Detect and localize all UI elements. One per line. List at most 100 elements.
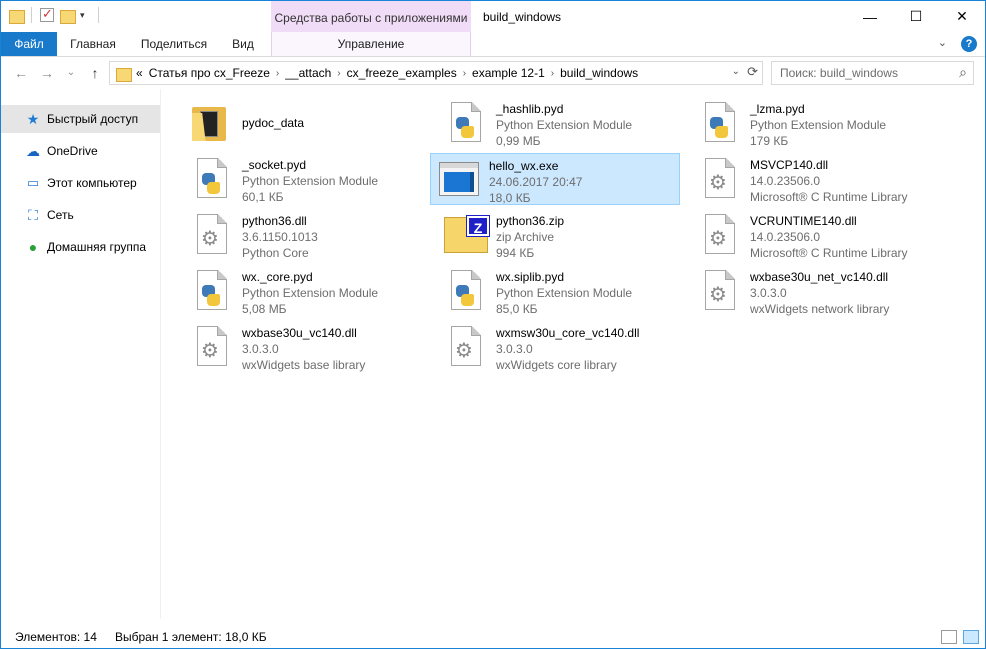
refresh-icon[interactable]: ⟳	[747, 64, 758, 80]
navigation-pane: ★ Быстрый доступ ☁ OneDrive ▭ Этот компь…	[1, 89, 161, 619]
file-description: Microsoft® C Runtime Library	[750, 246, 908, 260]
maximize-button[interactable]: ☐	[893, 1, 939, 32]
tab-file[interactable]: Файл	[1, 32, 57, 56]
search-input[interactable]: Поиск: build_windows ⌕	[771, 61, 974, 85]
file-name: python36.dll	[242, 214, 307, 228]
item-count: Элементов: 14	[15, 630, 97, 644]
star-icon: ★	[26, 110, 40, 127]
tab-home[interactable]: Главная	[61, 32, 125, 56]
file-version: 3.0.3.0	[242, 342, 279, 356]
python-file-icon	[696, 99, 744, 147]
ribbon-tabs: Файл Главная Поделиться Вид Управление ⌄…	[1, 32, 985, 57]
breadcrumb-item[interactable]: Статья про cx_Freeze	[149, 66, 270, 80]
file-tile[interactable]: _socket.pyd Python Extension Module 60,1 К…	[184, 153, 434, 205]
file-tile[interactable]: ⚙ wxmsw30u_core_vc140.dll 3.0.3.0 wxWidget…	[438, 321, 688, 373]
breadcrumb-item[interactable]: example 12-1	[472, 66, 545, 80]
chevron-right-icon[interactable]: ›	[463, 68, 466, 79]
tiles-view-icon[interactable]	[963, 630, 979, 644]
details-view-icon[interactable]	[941, 630, 957, 644]
tab-share[interactable]: Поделиться	[133, 32, 215, 56]
file-tile[interactable]: ⚙ MSVCP140.dll 14.0.23506.0 Microsoft® C R…	[692, 153, 942, 205]
file-tile[interactable]: ⚙ wxbase30u_net_vc140.dll 3.0.3.0 wxWidget…	[692, 265, 942, 317]
forward-button[interactable]: →	[37, 64, 57, 82]
breadcrumb-item[interactable]: __attach	[285, 66, 331, 80]
file-name: wx._core.pyd	[242, 270, 313, 284]
file-description: Microsoft® C Runtime Library	[750, 190, 908, 204]
chevron-right-icon[interactable]: ›	[276, 68, 279, 79]
status-bar: Элементов: 14 Выбран 1 элемент: 18,0 КБ	[1, 627, 985, 648]
file-description: Python Core	[242, 246, 309, 260]
breadcrumb-overflow[interactable]: «	[136, 66, 143, 80]
tab-view[interactable]: Вид	[223, 32, 263, 56]
quick-access-toolbar: ▾	[9, 6, 101, 24]
tab-manage[interactable]: Управление	[271, 32, 471, 56]
address-history-icon[interactable]: ⌄	[732, 66, 740, 77]
new-folder-icon[interactable]	[60, 8, 76, 24]
file-date: 24.06.2017 20:47	[489, 175, 583, 189]
folder-icon	[9, 8, 25, 24]
close-button[interactable]: ✕	[939, 1, 985, 32]
breadcrumb-item[interactable]: build_windows	[560, 66, 638, 80]
selection-info: Выбран 1 элемент: 18,0 КБ	[115, 630, 267, 644]
file-tile[interactable]: wx.siplib.pyd Python Extension Module 85,0…	[438, 265, 688, 317]
search-icon[interactable]: ⌕	[959, 64, 967, 81]
file-tile[interactable]: Z python36.zip zip Archive 994 КБ	[438, 209, 688, 261]
expand-ribbon-icon[interactable]: ⌄	[938, 36, 947, 52]
file-version: 3.0.3.0	[750, 286, 787, 300]
properties-icon[interactable]	[40, 6, 54, 22]
file-list: pydoc_data _hashlib.pyd Python Extension …	[162, 89, 969, 619]
minimize-button[interactable]: —	[847, 1, 893, 32]
recent-locations-button[interactable]: ⌄	[61, 64, 81, 82]
file-type: Python Extension Module	[750, 118, 887, 132]
file-version: 3.6.1150.1013	[242, 230, 318, 244]
file-size: 0,99 МБ	[496, 134, 541, 148]
python-file-icon	[442, 267, 490, 315]
ribbon-controls: ⌄ ?	[938, 36, 977, 52]
file-tile[interactable]: _hashlib.pyd Python Extension Module 0,99 …	[438, 97, 688, 149]
file-tile[interactable]: _lzma.pyd Python Extension Module 179 КБ	[692, 97, 942, 149]
nav-item-this-pc[interactable]: ▭ Этот компьютер	[1, 169, 160, 197]
nav-item-network[interactable]: ⛶ Сеть	[1, 201, 160, 229]
python-file-icon	[188, 267, 236, 315]
python-file-icon	[442, 99, 490, 147]
file-version: 14.0.23506.0	[750, 174, 821, 188]
dll-file-icon: ⚙	[696, 155, 744, 203]
cloud-icon: ☁	[26, 142, 40, 159]
back-button[interactable]: ←	[11, 64, 31, 82]
file-type: Python Extension Module	[496, 118, 633, 132]
explorer-window: ▾ Средства работы с приложениями build_w…	[0, 0, 986, 649]
file-name: python36.zip	[496, 214, 565, 228]
chevron-right-icon[interactable]: ›	[551, 68, 554, 79]
chevron-right-icon[interactable]: ›	[337, 68, 340, 79]
nav-item-label: Сеть	[47, 208, 74, 222]
dll-file-icon: ⚙	[188, 323, 236, 371]
dll-file-icon: ⚙	[442, 323, 490, 371]
help-icon[interactable]: ?	[961, 36, 977, 52]
file-tile[interactable]: pydoc_data	[184, 97, 434, 149]
file-name: _hashlib.pyd	[496, 102, 564, 116]
computer-icon: ▭	[26, 175, 40, 190]
file-tile[interactable]: ⚙ wxbase30u_vc140.dll 3.0.3.0 wxWidgets ba…	[184, 321, 434, 373]
up-button[interactable]: ↑	[85, 64, 105, 82]
application-icon	[435, 156, 483, 204]
nav-item-onedrive[interactable]: ☁ OneDrive	[1, 137, 160, 165]
breadcrumb-item[interactable]: cx_freeze_examples	[347, 66, 457, 80]
file-tile[interactable]: ⚙ python36.dll 3.6.1150.1013 Python Core	[184, 209, 434, 261]
nav-item-label: Быстрый доступ	[47, 112, 139, 126]
title-bar: ▾ Средства работы с приложениями build_w…	[1, 1, 985, 32]
toolbar-divider	[98, 7, 99, 23]
customize-toolbar-icon[interactable]: ▾	[80, 8, 90, 22]
address-row: ← → ⌄ ↑ « Статья про cx_Freeze › __attac…	[1, 58, 985, 88]
nav-item-homegroup[interactable]: ● Домашняя группа	[1, 233, 160, 261]
file-name: pydoc_data	[242, 116, 305, 130]
search-placeholder: Поиск: build_windows	[780, 66, 898, 80]
address-bar[interactable]: « Статья про cx_Freeze › __attach › cx_f…	[109, 61, 763, 85]
file-tile-selected[interactable]: hello_wx.exe 24.06.2017 20:47 18,0 КБ	[430, 153, 680, 205]
nav-item-quick-access[interactable]: ★ Быстрый доступ	[1, 105, 160, 133]
file-tile[interactable]: ⚙ VCRUNTIME140.dll 14.0.23506.0 Microsoft®…	[692, 209, 942, 261]
file-type: zip Archive	[496, 230, 555, 244]
file-name: _lzma.pyd	[750, 102, 805, 116]
contextual-tab-header: Средства работы с приложениями	[271, 1, 471, 32]
file-tile[interactable]: wx._core.pyd Python Extension Module 5,08 …	[184, 265, 434, 317]
file-name: wxbase30u_net_vc140.dll	[750, 270, 889, 284]
